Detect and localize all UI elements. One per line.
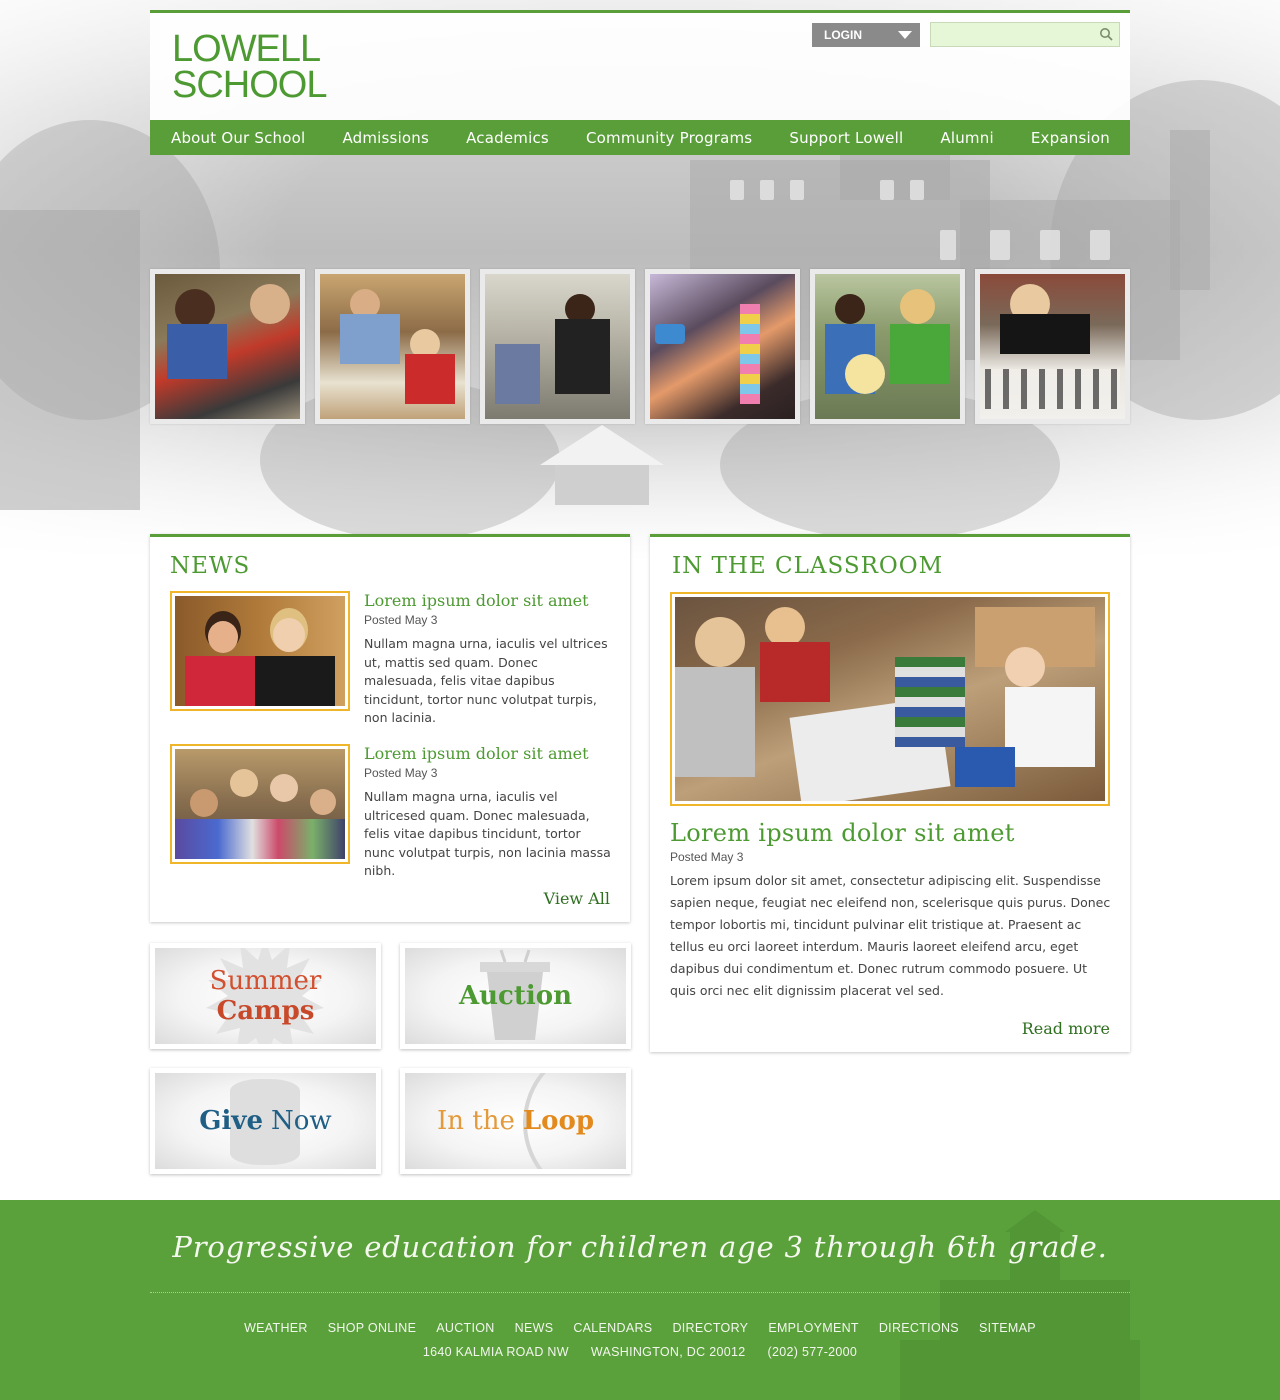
nav-item-community-programs[interactable]: Community Programs <box>586 129 752 147</box>
footer-link-directory[interactable]: DIRECTORY <box>672 1321 748 1335</box>
classroom-panel: IN THE CLASSROOM Lorem ipsum dolor sit a… <box>650 534 1130 1052</box>
footer-link-calendars[interactable]: CALENDARS <box>573 1321 652 1335</box>
auction-promo[interactable]: Auction <box>400 943 631 1049</box>
footer-link-sitemap[interactable]: SITEMAP <box>979 1321 1036 1335</box>
camps-label: Camps <box>216 996 315 1026</box>
news-item-body: Nullam magna urna, iaculis vel ultricese… <box>364 789 611 878</box>
photo-teacher-with-students <box>320 274 465 419</box>
now-label: Now <box>271 1106 332 1136</box>
give-now-promo[interactable]: Give Now <box>150 1068 381 1174</box>
photo-children-painting <box>650 274 795 419</box>
classroom-article-title[interactable]: Lorem ipsum dolor sit amet <box>670 819 1015 847</box>
search-icon[interactable] <box>1099 27 1113 41</box>
main-nav: About Our School Admissions Academics Co… <box>150 120 1130 155</box>
search-box <box>930 22 1120 47</box>
photo-thumb[interactable] <box>150 269 305 424</box>
auction-label: Auction <box>458 981 573 1011</box>
photo-student-drawing <box>980 274 1125 419</box>
footer-link-news[interactable]: NEWS <box>515 1321 554 1335</box>
classroom-article-date: Posted May 3 <box>670 850 744 864</box>
read-more-link[interactable]: Read more <box>1022 1019 1110 1038</box>
view-all-news-link[interactable]: View All <box>544 889 610 908</box>
nav-item-expansion[interactable]: Expansion <box>1031 129 1110 147</box>
news-heading: NEWS <box>170 553 251 579</box>
site-footer: Progressive education for children age 3… <box>0 1200 1280 1400</box>
photo-thumb[interactable] <box>480 269 635 424</box>
photo-thumb[interactable] <box>315 269 470 424</box>
classroom-article-body: Lorem ipsum dolor sit amet, consectetur … <box>670 873 1111 998</box>
give-label: Give <box>199 1106 264 1136</box>
city-state-zip: WASHINGTON, DC 20012 <box>590 1345 746 1359</box>
photo-students-robotics <box>155 274 300 419</box>
search-input[interactable] <box>931 23 1091 46</box>
footer-tagline: Progressive education for children age 3… <box>172 1230 1108 1264</box>
logo-line-2: SCHOOL <box>172 64 327 106</box>
news-photo-frame[interactable] <box>170 591 350 711</box>
news-photo-frame[interactable] <box>170 744 350 864</box>
nav-item-about[interactable]: About Our School <box>171 129 305 147</box>
photo-thumb[interactable] <box>810 269 965 424</box>
photo-children-on-floor <box>675 597 1105 801</box>
chevron-down-icon <box>898 31 912 39</box>
login-label: LOGIN <box>824 28 862 42</box>
news-item-body: Nullam magna urna, iaculis vel ultrices … <box>364 636 608 725</box>
photo-girls-reading <box>815 274 960 419</box>
news-item-date: Posted May 3 <box>364 766 438 780</box>
footer-link-employment[interactable]: EMPLOYMENT <box>768 1321 859 1335</box>
summer-camps-promo[interactable]: Summer Camps <box>150 943 381 1049</box>
nav-item-academics[interactable]: Academics <box>466 129 549 147</box>
photo-strip <box>150 269 1130 424</box>
in-the-loop-promo[interactable]: In the Loop <box>400 1068 631 1174</box>
news-item-date: Posted May 3 <box>364 613 438 627</box>
photo-group-of-girls <box>175 749 345 859</box>
footer-link-weather[interactable]: WEATHER <box>244 1321 308 1335</box>
login-dropdown[interactable]: LOGIN <box>812 23 920 47</box>
photo-teacher-in-classroom <box>485 274 630 419</box>
photo-two-women <box>175 596 345 706</box>
site-header: LOWELL SCHOOL LOGIN <box>150 10 1130 120</box>
classroom-photo-frame[interactable] <box>670 592 1110 806</box>
summer-label: Summer <box>209 966 322 996</box>
loop-label: Loop <box>522 1106 595 1136</box>
photo-thumb[interactable] <box>645 269 800 424</box>
news-item-title[interactable]: Lorem ipsum dolor sit amet <box>364 591 589 610</box>
nav-item-support[interactable]: Support Lowell <box>789 129 903 147</box>
footer-link-auction[interactable]: AUCTION <box>436 1321 494 1335</box>
footer-link-directions[interactable]: DIRECTIONS <box>879 1321 959 1335</box>
in-the-label: In the <box>436 1106 515 1136</box>
phone-number: (202) 577-2000 <box>767 1345 858 1359</box>
photo-thumb[interactable] <box>975 269 1130 424</box>
classroom-heading: IN THE CLASSROOM <box>672 553 944 579</box>
news-panel: NEWS Lorem ipsum dolor sit amet Posted M… <box>150 534 630 922</box>
news-item-title[interactable]: Lorem ipsum dolor sit amet <box>364 744 589 763</box>
nav-item-alumni[interactable]: Alumni <box>940 129 993 147</box>
footer-link-shop-online[interactable]: SHOP ONLINE <box>328 1321 417 1335</box>
logo-line-1: LOWELL <box>172 28 321 70</box>
footer-address: 1640 KALMIA ROAD NW WASHINGTON, DC 20012… <box>0 1345 1280 1359</box>
footer-links: WEATHER SHOP ONLINE AUCTION NEWS CALENDA… <box>0 1321 1280 1335</box>
footer-divider <box>150 1292 1130 1293</box>
street-address: 1640 KALMIA ROAD NW <box>422 1345 569 1359</box>
nav-item-admissions[interactable]: Admissions <box>342 129 429 147</box>
school-logo[interactable]: LOWELL SCHOOL <box>172 28 327 106</box>
